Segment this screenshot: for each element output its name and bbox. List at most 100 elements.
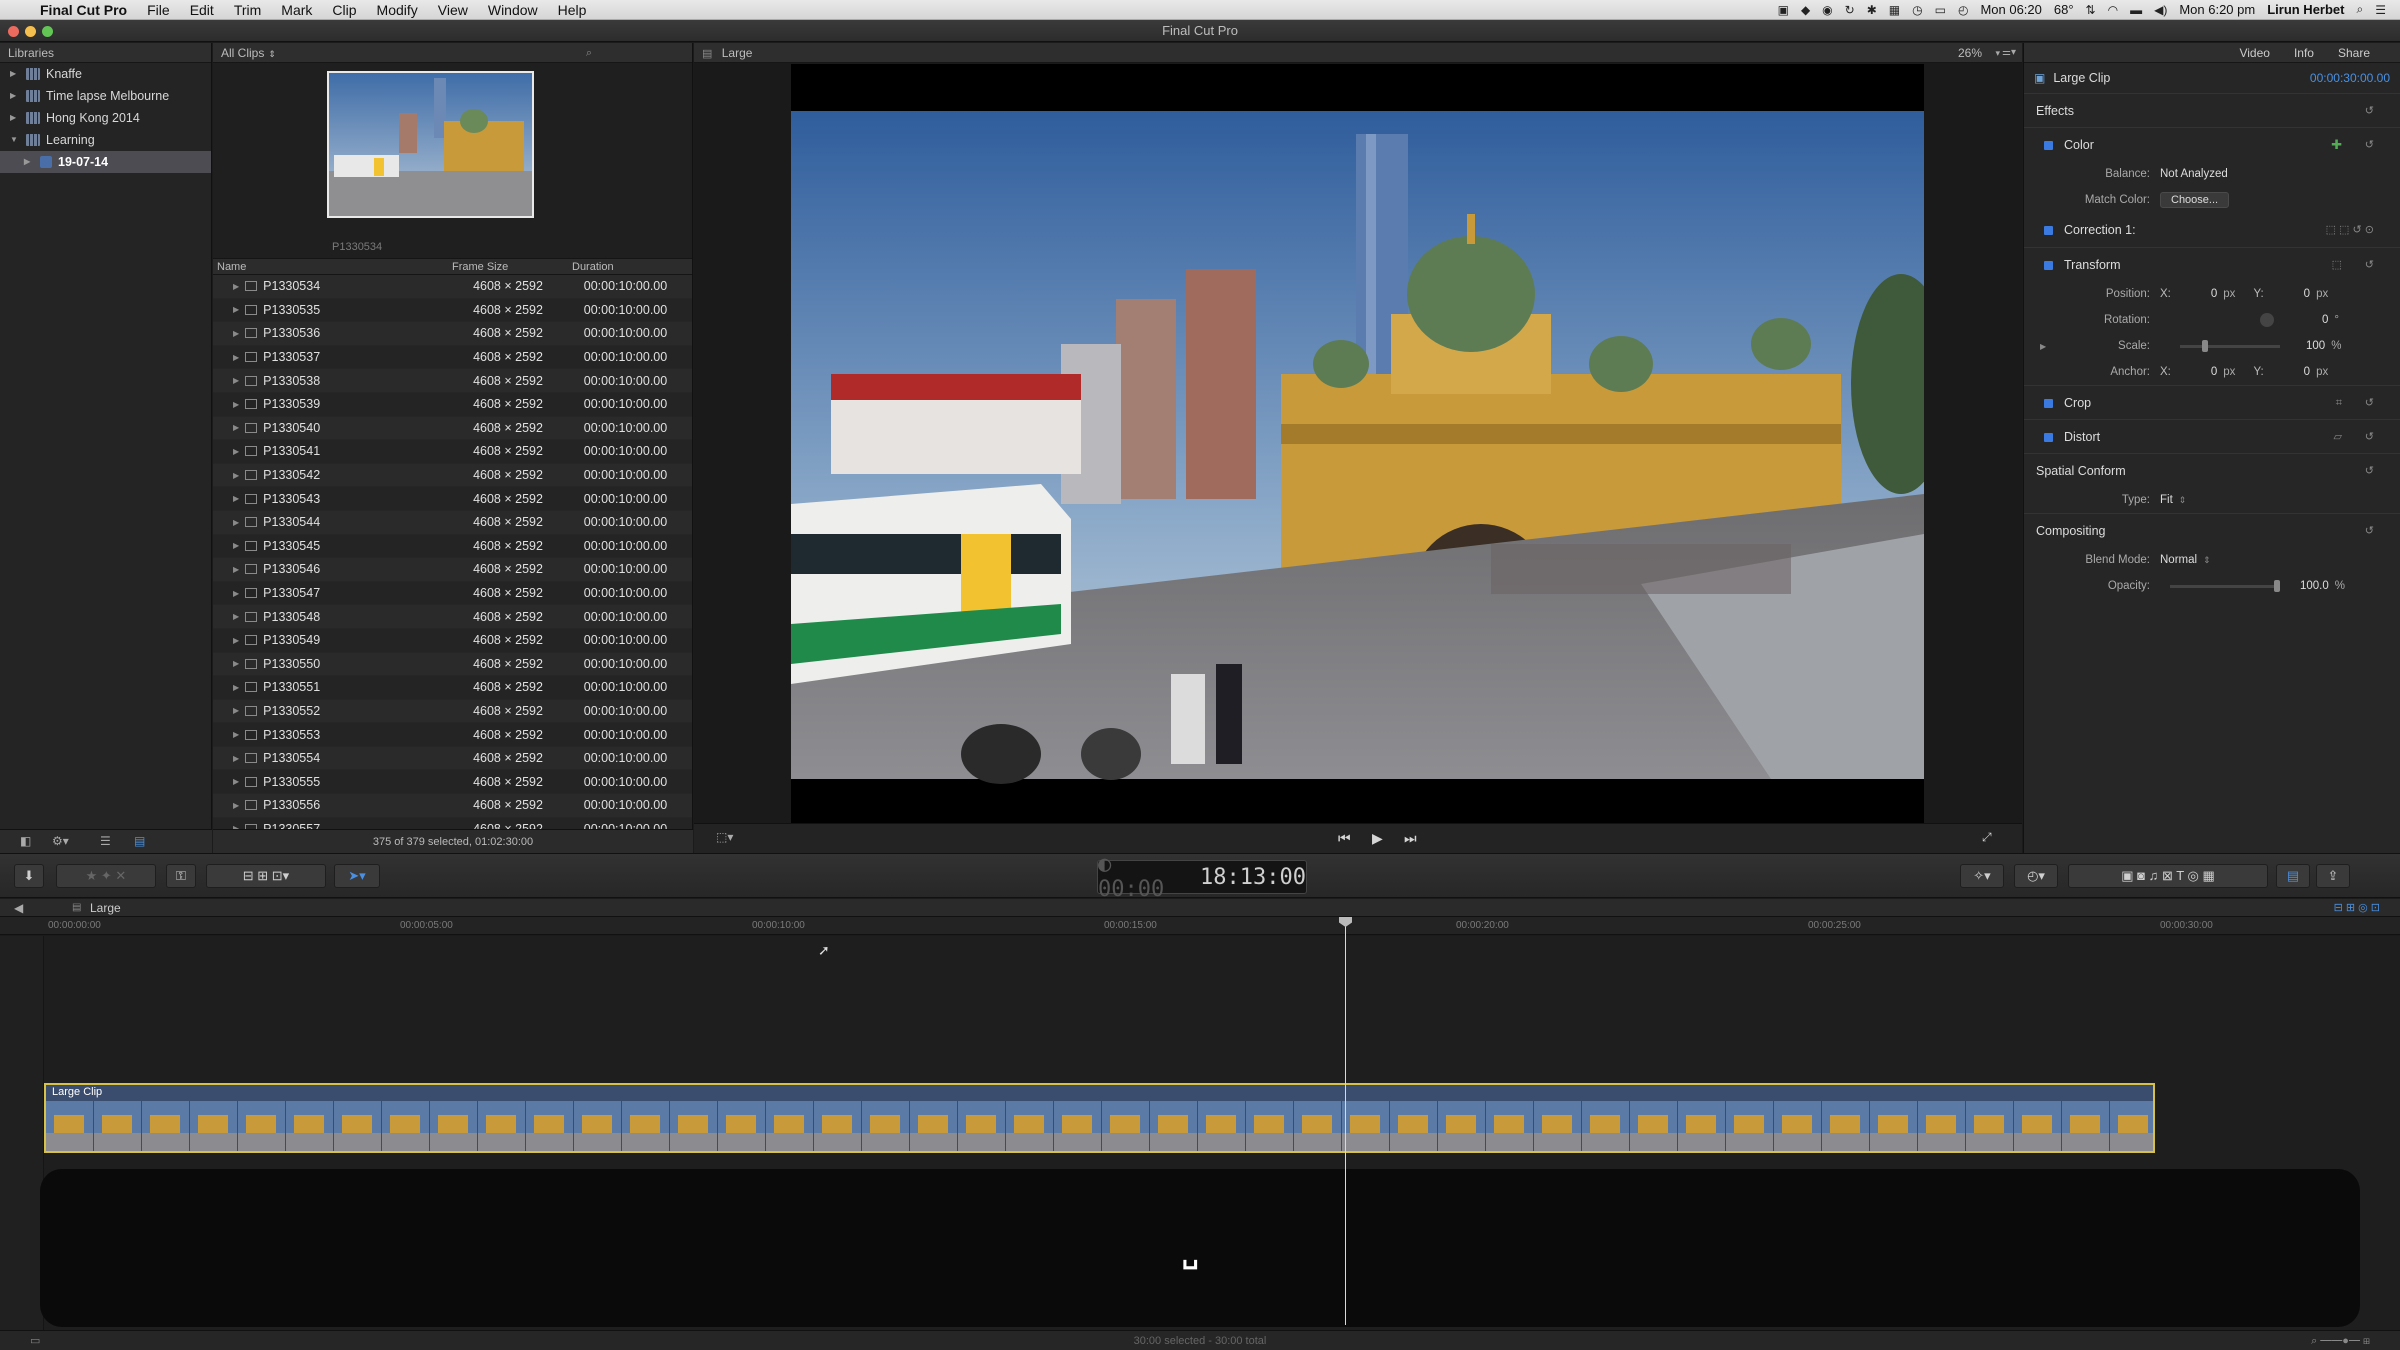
enhancements-icon[interactable]: ✧▾: [1960, 864, 2004, 888]
wifi-icon[interactable]: ◠: [2108, 3, 2118, 17]
retime-icon[interactable]: ◴▾: [2014, 864, 2058, 888]
video-frame[interactable]: [791, 64, 1951, 823]
disclosure-right-icon[interactable]: ▶: [2024, 342, 2054, 351]
disclosure-right-icon[interactable]: ▶: [233, 777, 239, 786]
event-item-selected[interactable]: ▶ 19-07-14: [0, 151, 211, 173]
fullscreen-icon[interactable]: ⤢: [1982, 830, 1992, 845]
sync-icon[interactable]: ↻: [1845, 3, 1855, 17]
edit-buttons[interactable]: ⊟ ⊞ ⊡▾: [206, 864, 326, 888]
disclosure-right-icon[interactable]: ▶: [233, 754, 239, 763]
timer-icon[interactable]: ◷: [1912, 3, 1922, 17]
menu-clip[interactable]: Clip: [332, 2, 356, 18]
clip-list-row[interactable]: ▶ P1330553 4608 × 2592 00:00:10:00.00: [213, 723, 692, 747]
zoom-dropdown-icon[interactable]: ▾: [1995, 43, 2000, 63]
temperature[interactable]: 68°: [2054, 2, 2074, 17]
close-window-button[interactable]: [8, 26, 19, 37]
disclosure-right-icon[interactable]: ▶: [233, 305, 239, 314]
reset-icon[interactable]: ↺: [2365, 420, 2374, 454]
disclosure-right-icon[interactable]: ▶: [233, 801, 239, 810]
disclosure-right-icon[interactable]: ▶: [233, 423, 239, 432]
clock-left[interactable]: Mon 06:20: [1980, 2, 2041, 17]
clip-list-row[interactable]: ▶ P1330539 4608 × 2592 00:00:10:00.00: [213, 393, 692, 417]
minimize-window-button[interactable]: [25, 26, 36, 37]
disclosure-right-icon[interactable]: ▶: [10, 63, 20, 85]
transform-tools-icon[interactable]: ⬚▾: [716, 830, 733, 844]
anchor-x-value[interactable]: 0: [2211, 366, 2217, 378]
view-options-icon[interactable]: ⚌▾: [2002, 43, 2016, 63]
disclosure-right-icon[interactable]: ▶: [233, 518, 239, 527]
clip-list-row[interactable]: ▶ P1330554 4608 × 2592 00:00:10:00.00: [213, 746, 692, 771]
tab-share[interactable]: Share: [2338, 43, 2370, 62]
transform-onscreen-icon[interactable]: ⬚: [2332, 248, 2342, 282]
calendar-icon[interactable]: ▦: [1889, 3, 1900, 17]
disclosure-right-icon[interactable]: ▶: [233, 282, 239, 291]
clip-list-row[interactable]: ▶ P1330534 4608 × 2592 00:00:10:00.00: [213, 275, 692, 299]
clip-list-row[interactable]: ▶ P1330555 4608 × 2592 00:00:10:00.00: [213, 770, 692, 795]
show-inspector-icon[interactable]: ▤: [2276, 864, 2310, 888]
keyword-editor-icon[interactable]: ⚿: [166, 864, 196, 888]
list-view-icon[interactable]: ☰: [100, 834, 111, 848]
reset-icon[interactable]: ↺: [2365, 248, 2374, 282]
clip-list-row[interactable]: ▶ P1330544 4608 × 2592 00:00:10:00.00: [213, 510, 692, 535]
previous-edit-icon[interactable]: ⏮: [1338, 830, 1351, 847]
disclosure-right-icon[interactable]: ▶: [233, 494, 239, 503]
disclosure-right-icon[interactable]: ▶: [233, 400, 239, 409]
clip-list-row[interactable]: ▶ P1330546 4608 × 2592 00:00:10:00.00: [213, 558, 692, 582]
menu-window[interactable]: Window: [488, 2, 538, 18]
reset-icon[interactable]: ↺: [2365, 386, 2374, 420]
clip-list-row[interactable]: ▶ P1330538 4608 × 2592 00:00:10:00.00: [213, 369, 692, 393]
play-icon[interactable]: ▶: [1372, 830, 1383, 847]
battery-small-icon[interactable]: ▭: [1935, 3, 1946, 17]
disclosure-right-icon[interactable]: ▶: [233, 730, 239, 739]
dropbox-icon[interactable]: ◆: [1801, 3, 1810, 17]
position-y-value[interactable]: 0: [2304, 288, 2310, 300]
playhead[interactable]: [1345, 917, 1346, 1325]
clip-list-row[interactable]: ▶ P1330541 4608 × 2592 00:00:10:00.00: [213, 440, 692, 464]
next-edit-icon[interactable]: ⏭: [1404, 830, 1417, 847]
type-popup[interactable]: Fit: [2160, 494, 2173, 506]
disclosure-right-icon[interactable]: ▶: [233, 589, 239, 598]
user-menu[interactable]: Lirun Herbet: [2267, 2, 2344, 17]
clip-list-row[interactable]: ▶ P1330556 4608 × 2592 00:00:10:00.00: [213, 794, 692, 818]
disclosure-right-icon[interactable]: ▶: [233, 353, 239, 362]
evernote-icon[interactable]: ◉: [1822, 3, 1832, 17]
reset-icon[interactable]: ↺: [2365, 514, 2374, 548]
spotlight-icon[interactable]: ⌕: [2357, 2, 2364, 17]
clip-filter-menu[interactable]: All Clips: [221, 46, 264, 60]
timeline-area[interactable]: ➚ Large Clip ␣: [0, 936, 2400, 1332]
disclosure-right-icon[interactable]: ▶: [10, 107, 20, 129]
timeline-ruler[interactable]: 00:00:00:00 00:00:05:00 00:00:10:00 00:0…: [0, 917, 2400, 935]
transform-checkbox[interactable]: [2044, 261, 2053, 270]
disclosure-right-icon[interactable]: ▶: [233, 636, 239, 645]
reset-icon[interactable]: ↺: [2365, 128, 2374, 162]
bluetooth-icon[interactable]: ✱: [1867, 3, 1877, 17]
opacity-slider[interactable]: [2170, 579, 2280, 592]
crop-onscreen-icon[interactable]: ⌗: [2336, 386, 2342, 420]
disclosure-right-icon[interactable]: ▶: [233, 471, 239, 480]
color-board-icon[interactable]: ✚: [2331, 128, 2342, 162]
clip-list-row[interactable]: ▶ P1330551 4608 × 2592 00:00:10:00.00: [213, 676, 692, 700]
distort-onscreen-icon[interactable]: ▱: [2334, 420, 2342, 454]
disclosure-right-icon[interactable]: ▶: [233, 447, 239, 456]
audio-meters-icon[interactable]: ▭: [30, 1331, 40, 1350]
clip-list-row[interactable]: ▶ P1330548 4608 × 2592 00:00:10:00.00: [213, 605, 692, 629]
menu-file[interactable]: File: [147, 2, 170, 18]
library-item[interactable]: ▶ Hong Kong 2014: [0, 107, 211, 129]
choose-button[interactable]: Choose...: [2160, 192, 2230, 208]
disclosure-right-icon[interactable]: ▶: [233, 565, 239, 574]
library-item[interactable]: ▶ Knaffe: [0, 63, 211, 85]
updown-arrows-icon[interactable]: ⇕: [2203, 555, 2211, 566]
column-name[interactable]: Name: [213, 259, 448, 274]
import-media-icon[interactable]: ⬇: [14, 864, 44, 888]
zoom-menu[interactable]: 26%: [1958, 43, 1982, 63]
disclosure-right-icon[interactable]: ▶: [233, 659, 239, 668]
rotation-dial[interactable]: [2260, 313, 2274, 327]
updown-arrows-icon[interactable]: ⇕: [2179, 495, 2187, 506]
clip-list-row[interactable]: ▶ P1330552 4608 × 2592 00:00:10:00.00: [213, 699, 692, 724]
timeline-view-controls[interactable]: ⊟ ⊞ ◎ ⊡: [2334, 899, 2380, 917]
rotation-value[interactable]: 0: [2322, 314, 2328, 326]
correction-controls-icon[interactable]: ⬚ ⬚ ↺ ⊙: [2326, 213, 2374, 247]
position-x-value[interactable]: 0: [2211, 288, 2217, 300]
volume-icon[interactable]: ◀): [2154, 3, 2167, 17]
menu-modify[interactable]: Modify: [377, 2, 418, 18]
